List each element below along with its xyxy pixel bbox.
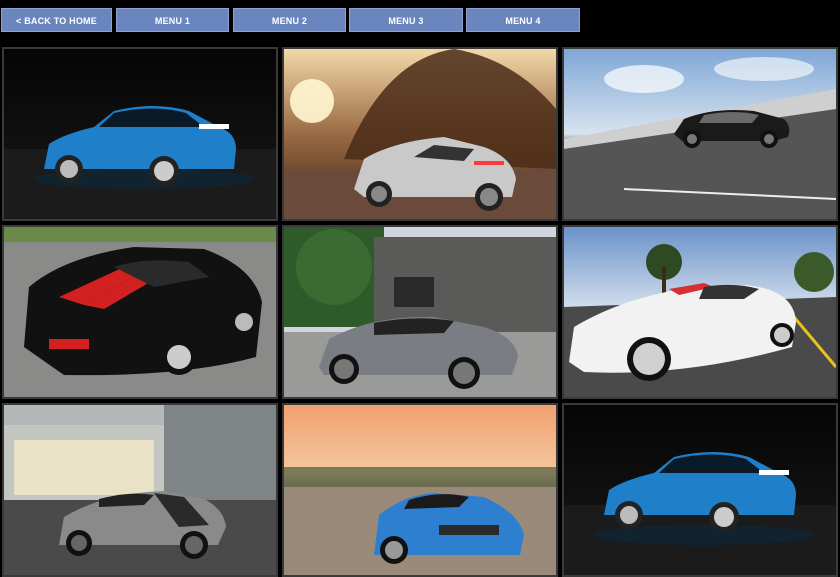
menu-1-button[interactable]: MENU 1 [116, 8, 229, 32]
menu-2-button[interactable]: MENU 2 [233, 8, 346, 32]
gallery-image-grey-toyota-concept[interactable] [282, 225, 558, 399]
gallery-image-grey-mercedes-amg[interactable] [2, 403, 278, 577]
gallery-image-blue-mustang[interactable] [2, 47, 278, 221]
menu-3-button[interactable]: MENU 3 [349, 8, 463, 32]
back-to-home-button[interactable]: < BACK TO HOME [1, 8, 112, 32]
gallery-image-blue-bmw-i8[interactable] [282, 403, 558, 577]
gallery-image-black-bugatti[interactable] [562, 47, 838, 221]
gallery-image-blue-mustang-2[interactable] [562, 403, 838, 577]
gallery-image-silver-roadster[interactable] [282, 47, 558, 221]
menu-4-button[interactable]: MENU 4 [466, 8, 580, 32]
car-gallery-grid [0, 45, 840, 577]
gallery-image-white-corvette[interactable] [562, 225, 838, 399]
gallery-image-black-red-shelby[interactable] [2, 225, 278, 399]
